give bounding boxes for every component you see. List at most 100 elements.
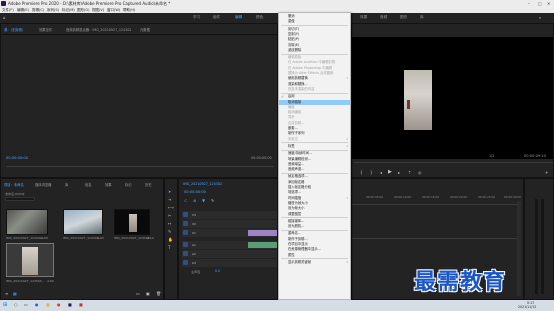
context-menu-item[interactable]: 重做 bbox=[279, 19, 350, 24]
program-fit[interactable]: 1/2 bbox=[489, 154, 494, 158]
program-panel: 1/2 00:00:09:10 { } ◂ ▶ ▸ ⇡ ◎ + bbox=[351, 23, 554, 178]
context-menu-item[interactable]: 显示剪辑关键帧 › bbox=[279, 260, 350, 265]
app-task-icon[interactable]: ■ bbox=[79, 302, 83, 307]
premiere-task-icon[interactable]: ■ bbox=[68, 302, 72, 307]
context-menu-item[interactable]: 属性 bbox=[279, 253, 350, 258]
master-volume[interactable]: 0.0 bbox=[215, 269, 220, 273]
step-back-icon[interactable]: ◂ bbox=[380, 170, 382, 175]
tab-project[interactable]: 项目：未命名 bbox=[4, 182, 24, 187]
clip-thumbnail[interactable] bbox=[114, 209, 150, 235]
export-frame-icon[interactable]: ◎ bbox=[418, 170, 422, 175]
add-marker-icon[interactable]: ▼ bbox=[202, 198, 205, 203]
video-clip[interactable] bbox=[248, 230, 277, 236]
tab-metadata[interactable]: 元数据 bbox=[140, 27, 150, 32]
tab-libraries[interactable]: 库 bbox=[65, 182, 68, 187]
file-explorer-icon[interactable]: ■ bbox=[46, 302, 50, 307]
minimize-icon[interactable]: – bbox=[528, 1, 530, 6]
menu-graphics[interactable]: 图形(G) bbox=[77, 8, 89, 13]
settings-icon[interactable]: + bbox=[545, 170, 548, 175]
context-menu-item[interactable]: 音频声道... bbox=[279, 167, 350, 172]
track-target-button[interactable] bbox=[183, 251, 188, 256]
track-target-button[interactable] bbox=[183, 260, 188, 265]
new-item-icon[interactable]: ▣ bbox=[146, 291, 150, 296]
icon-view-icon[interactable]: ▦ bbox=[13, 291, 17, 296]
trash-icon[interactable]: 🗑 bbox=[156, 291, 161, 296]
edge-browser-icon[interactable]: ● bbox=[35, 302, 39, 307]
home-icon[interactable]: ⌂ bbox=[3, 15, 6, 20]
menu-file[interactable]: 文件(F) bbox=[2, 8, 14, 13]
menu-sequence[interactable]: 序列(S) bbox=[47, 8, 59, 13]
workspace-audio[interactable]: 音频 bbox=[380, 15, 387, 20]
track-target-button[interactable] bbox=[183, 230, 188, 235]
timeline-timecode[interactable]: 00:00:00:00 bbox=[184, 190, 206, 194]
program-scrubber[interactable] bbox=[354, 162, 553, 163]
linked-selection-icon[interactable]: ⊗ bbox=[193, 198, 196, 203]
menu-help[interactable]: 帮助(H) bbox=[123, 8, 135, 13]
source-scrubber[interactable] bbox=[6, 166, 274, 167]
clip-thumbnail-selected[interactable] bbox=[6, 243, 54, 277]
timeline-scrollbar[interactable] bbox=[517, 201, 521, 296]
mark-out-icon[interactable]: } bbox=[370, 170, 373, 175]
menu-marker[interactable]: 标记(M) bbox=[62, 8, 75, 13]
chrome-icon[interactable]: ● bbox=[57, 302, 61, 307]
workspace-libraries[interactable]: 库 bbox=[420, 15, 424, 20]
tab-source[interactable]: 源：(无剪辑) bbox=[4, 27, 23, 32]
timeline-settings-icon[interactable]: ✎ bbox=[211, 198, 214, 203]
menu-view[interactable]: 视图(V) bbox=[92, 8, 104, 13]
tab-media-browser[interactable]: 媒体浏览器 bbox=[35, 182, 51, 187]
pen-tool-icon[interactable]: ✎ bbox=[168, 229, 173, 234]
project-search-input[interactable] bbox=[5, 197, 35, 201]
audio-clip[interactable] bbox=[248, 242, 277, 248]
tab-effects[interactable]: 效果 bbox=[105, 182, 112, 187]
track-select-icon[interactable]: ⇥ bbox=[168, 197, 173, 202]
timeline-ruler[interactable]: 00:00:05:00 00:00:10:00 00:00:15:00 00:0… bbox=[352, 195, 523, 200]
windows-start-icon[interactable]: ⊞ bbox=[3, 302, 7, 308]
context-menu-item[interactable]: 调整图层 bbox=[279, 212, 350, 217]
tab-markers[interactable]: 标记 bbox=[125, 182, 132, 187]
workspace-editing[interactable]: 编辑 bbox=[235, 15, 242, 20]
menu-edit[interactable]: 编辑(E) bbox=[17, 8, 29, 13]
new-bin-icon[interactable]: ▭ bbox=[136, 291, 140, 296]
menu-clip[interactable]: 剪辑(C) bbox=[32, 8, 44, 13]
list-view-icon[interactable]: ≡ bbox=[5, 291, 8, 296]
context-menu-item[interactable]: 波纹删除 bbox=[279, 48, 350, 53]
workspace-assembly[interactable]: 组件 bbox=[213, 15, 220, 20]
tab-sequence[interactable]: IMG_20210927_124302 bbox=[183, 182, 222, 186]
workspace-color[interactable]: 颜色 bbox=[256, 15, 263, 20]
workspace-graphics[interactable]: 图形 bbox=[400, 15, 407, 20]
tab-audio-clip-mixer[interactable]: 音频剪辑混合器：IMG_20210927_124302 bbox=[66, 27, 131, 32]
task-view-icon[interactable]: ▭ bbox=[24, 302, 28, 307]
selection-tool-icon[interactable]: ➤ bbox=[168, 189, 173, 194]
context-menu-item[interactable]: 标签 › bbox=[279, 144, 350, 149]
lift-icon[interactable]: ⇡ bbox=[408, 170, 411, 175]
search-icon[interactable]: ⌕ bbox=[539, 15, 541, 20]
razor-tool-icon[interactable]: ✂ bbox=[168, 213, 173, 218]
clock-time[interactable]: 0:17 bbox=[527, 301, 534, 305]
source-timecode[interactable]: 00:00:00:00 bbox=[6, 156, 28, 160]
play-icon[interactable]: ▶ bbox=[388, 169, 392, 175]
clip-thumbnail[interactable] bbox=[6, 209, 48, 235]
type-tool-icon[interactable]: T bbox=[168, 245, 173, 250]
maximize-icon[interactable]: □ bbox=[538, 1, 542, 6]
step-forward-icon[interactable]: ▸ bbox=[398, 170, 400, 175]
track-target-button[interactable] bbox=[183, 221, 188, 226]
tab-effect-controls[interactable]: 效果控件 bbox=[39, 27, 52, 32]
tab-history[interactable]: 历史 bbox=[145, 182, 152, 187]
menu-window[interactable]: 窗口(W) bbox=[107, 8, 120, 13]
ripple-edit-icon[interactable]: ⟷ bbox=[168, 205, 174, 210]
hand-tool-icon[interactable]: ✋ bbox=[168, 237, 173, 242]
menu-item-label: 音频声道... bbox=[288, 167, 305, 172]
tab-info[interactable]: 信息 bbox=[85, 182, 92, 187]
track-target-button[interactable] bbox=[183, 212, 188, 217]
clip-thumbnail[interactable] bbox=[63, 209, 103, 235]
context-menu-item[interactable]: 设为脱机... bbox=[279, 224, 350, 229]
snap-icon[interactable]: ⊂ bbox=[184, 198, 187, 203]
search-icon[interactable]: ○ bbox=[14, 302, 18, 307]
slip-tool-icon[interactable]: ↔ bbox=[168, 221, 173, 226]
close-icon[interactable]: ✕ bbox=[547, 1, 550, 6]
track-target-button[interactable] bbox=[183, 242, 188, 247]
clock-date[interactable]: 2021/11/12 bbox=[518, 305, 536, 309]
workspace-learn[interactable]: 学习 bbox=[193, 15, 200, 20]
mark-in-icon[interactable]: { bbox=[360, 170, 363, 175]
workspace-effects[interactable]: 效果 bbox=[360, 15, 367, 20]
